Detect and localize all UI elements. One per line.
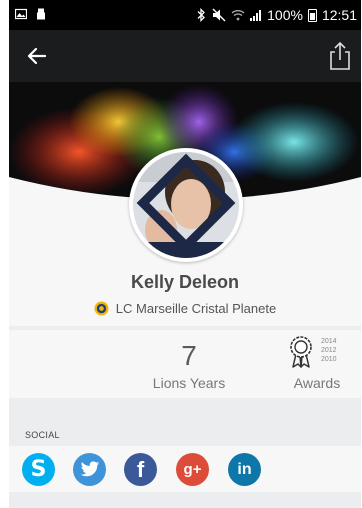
battery-icon	[307, 8, 317, 22]
skype-icon[interactable]: S	[22, 453, 55, 486]
award-ribbon-icon[interactable]	[288, 336, 314, 368]
avatar[interactable]	[129, 148, 243, 262]
lions-years-value: 7	[181, 340, 197, 371]
wifi-icon	[231, 10, 245, 21]
twitter-bird-glyph	[80, 461, 99, 477]
mute-icon	[212, 8, 226, 22]
award-year: 2012	[321, 347, 337, 354]
award-year: 2010	[321, 356, 337, 363]
status-time: 12:51	[321, 7, 357, 23]
award-years-list: 2014 2012 2010	[321, 337, 337, 364]
avatar-image	[133, 152, 239, 258]
lions-club-logo-icon	[94, 301, 109, 316]
social-section-label: SOCIAL	[25, 430, 60, 440]
app-bar	[9, 30, 361, 82]
battery-percent: 100%	[267, 7, 303, 23]
google-plus-glyph: g+	[183, 461, 202, 478]
social-row: S f g+ in	[9, 446, 361, 492]
facebook-glyph: f	[136, 456, 145, 482]
club-name: LC Marseille Cristal Planete	[115, 301, 277, 316]
skype-glyph: S	[30, 457, 47, 482]
app-screen: 100% 12:51 Kelly Deleon LC Marseille Cri…	[9, 0, 361, 508]
google-plus-icon[interactable]: g+	[176, 453, 209, 486]
facebook-icon[interactable]: f	[124, 453, 157, 486]
awards-label: Awards	[293, 375, 341, 391]
signal-icon	[250, 10, 262, 21]
profile-name: Kelly Deleon	[130, 272, 240, 292]
status-bar: 100% 12:51	[9, 0, 361, 30]
back-button[interactable]	[23, 42, 51, 70]
linkedin-icon[interactable]: in	[228, 453, 261, 486]
lions-years-label: Lions Years	[152, 375, 226, 391]
twitter-icon[interactable]	[73, 453, 106, 486]
stats-card: 7 Lions Years 2014 2012 2010 Awards	[9, 330, 361, 398]
linkedin-glyph: in	[237, 460, 252, 478]
share-button[interactable]	[325, 40, 355, 72]
award-year: 2014	[321, 338, 337, 345]
bluetooth-icon	[197, 8, 206, 22]
usb-icon	[37, 8, 45, 20]
club-row: LC Marseille Cristal Planete	[9, 301, 361, 316]
gallery-icon	[15, 8, 27, 20]
bottom-strip	[9, 492, 361, 508]
